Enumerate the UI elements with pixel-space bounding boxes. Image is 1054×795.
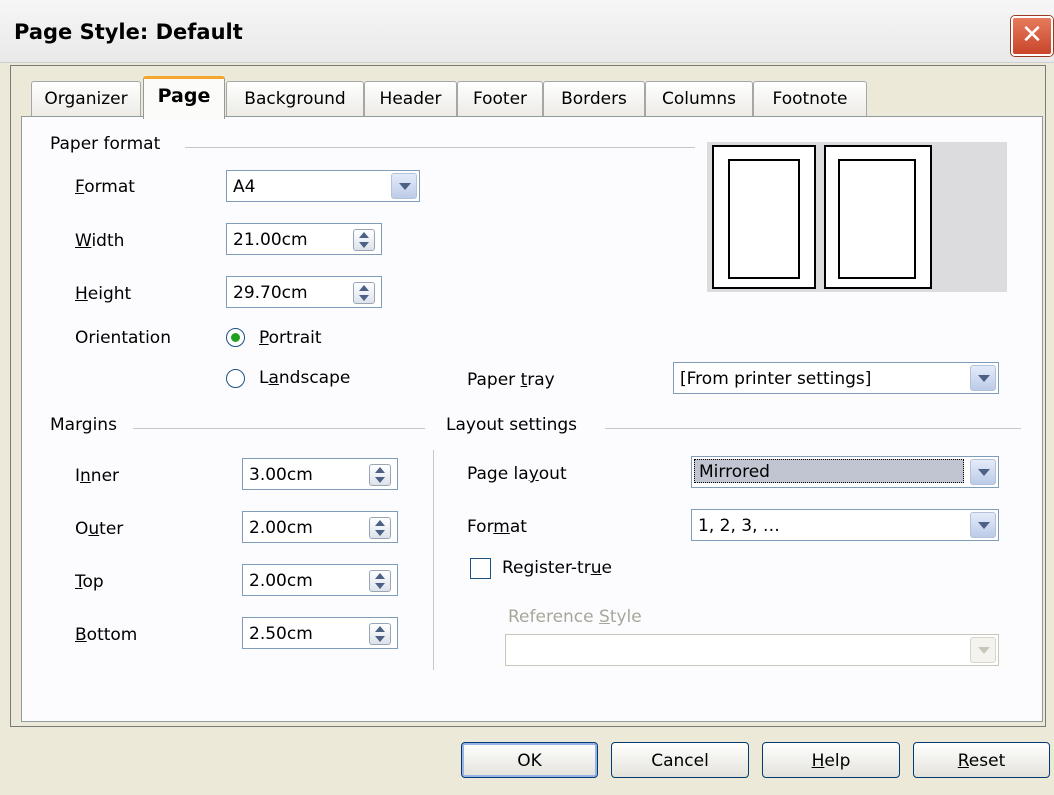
height-label: Height [75, 284, 132, 304]
register-true-label[interactable]: Register-true [502, 558, 612, 578]
chevron-down-icon[interactable] [970, 512, 996, 538]
page-layout-label: Page layout [467, 464, 567, 484]
paper-format-heading: Paper format [50, 134, 169, 154]
format-select[interactable]: A4 [226, 170, 420, 202]
landscape-label[interactable]: Landscape [259, 368, 350, 388]
margins-heading: Margins [50, 415, 125, 435]
portrait-radio[interactable] [226, 328, 245, 347]
preview-left-page [712, 145, 816, 289]
bottom-margin-value: 2.50cm [249, 624, 313, 644]
register-true-checkbox[interactable] [470, 558, 491, 579]
height-field[interactable]: 29.70cm [226, 276, 382, 308]
tab-page[interactable]: Page [143, 76, 225, 119]
inner-spinner-icon[interactable] [369, 464, 391, 486]
format-label: Format [75, 177, 135, 197]
paper-tray-select[interactable]: [From printer settings] [673, 362, 999, 394]
bottom-label: Bottom [75, 625, 138, 645]
tab-footer[interactable]: Footer [457, 81, 543, 116]
width-label: Width [75, 231, 125, 251]
layout-format-label: Format [467, 517, 527, 537]
chevron-down-icon[interactable] [970, 365, 996, 391]
orientation-label: Orientation [75, 328, 171, 348]
top-spinner-icon[interactable] [369, 570, 391, 592]
top-label: Top [75, 572, 104, 592]
paper-format-divider [185, 147, 695, 148]
landscape-radio[interactable] [226, 369, 245, 388]
outer-label: Outer [75, 519, 124, 539]
margins-divider [133, 428, 425, 429]
layout-separator [433, 450, 434, 670]
chevron-down-icon[interactable] [391, 173, 417, 199]
help-button[interactable]: Help [762, 742, 900, 778]
tab-borders[interactable]: Borders [543, 81, 645, 116]
layout-settings-heading: Layout settings [446, 415, 585, 435]
height-value: 29.70cm [233, 283, 308, 303]
outer-spinner-icon[interactable] [369, 517, 391, 539]
close-icon[interactable]: ✕ [1011, 16, 1053, 56]
cancel-button[interactable]: Cancel [611, 742, 749, 778]
paper-tray-value: [From printer settings] [680, 369, 872, 389]
bottom-spinner-icon[interactable] [369, 623, 391, 645]
bottom-margin-field[interactable]: 2.50cm [242, 617, 398, 649]
ok-button[interactable]: OK [461, 742, 598, 778]
reset-button[interactable]: Reset [913, 742, 1050, 778]
tab-columns[interactable]: Columns [645, 81, 753, 116]
top-margin-value: 2.00cm [249, 571, 313, 591]
tab-header[interactable]: Header [364, 81, 457, 116]
height-spinner-icon[interactable] [353, 282, 375, 304]
inner-margin-field[interactable]: 3.00cm [242, 458, 398, 490]
preview-right-page [824, 145, 932, 289]
title-bar: Page Style: Default ✕ [0, 0, 1054, 63]
top-margin-field[interactable]: 2.00cm [242, 564, 398, 596]
reference-style-select[interactable] [505, 634, 999, 666]
tab-background[interactable]: Background [226, 81, 364, 116]
page-preview [707, 142, 1007, 292]
chevron-down-icon[interactable] [970, 637, 996, 663]
width-spinner-icon[interactable] [353, 229, 375, 251]
width-value: 21.00cm [233, 230, 308, 250]
layout-format-value: 1, 2, 3, … [698, 516, 780, 536]
layout-format-select[interactable]: 1, 2, 3, … [691, 509, 999, 541]
inner-label: Inner [75, 466, 120, 486]
portrait-label[interactable]: Portrait [259, 328, 322, 348]
width-field[interactable]: 21.00cm [226, 223, 382, 255]
paper-tray-label: Paper tray [467, 370, 555, 390]
format-value: A4 [233, 177, 256, 197]
layout-divider [605, 428, 1021, 429]
outer-margin-value: 2.00cm [249, 518, 313, 538]
window-title: Page Style: Default [14, 20, 243, 44]
reference-style-label: Reference Style [508, 607, 642, 627]
page-style-dialog: Page Style: Default ✕ Organizer Page Bac… [0, 0, 1054, 795]
tab-footnote[interactable]: Footnote [753, 81, 867, 116]
page-layout-select[interactable]: Mirrored [691, 456, 999, 488]
tab-organizer[interactable]: Organizer [31, 81, 141, 116]
page-layout-value: Mirrored [694, 459, 964, 483]
inner-margin-value: 3.00cm [249, 465, 313, 485]
outer-margin-field[interactable]: 2.00cm [242, 511, 398, 543]
chevron-down-icon[interactable] [970, 459, 996, 485]
